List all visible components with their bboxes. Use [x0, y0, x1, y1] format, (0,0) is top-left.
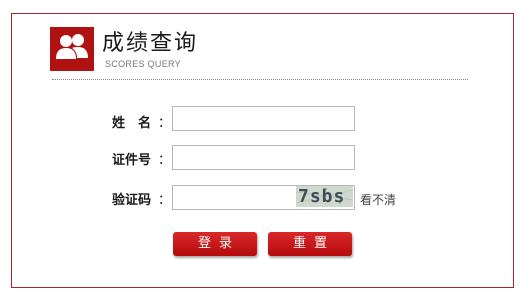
id-label: 证件号: [112, 153, 152, 168]
page-subtitle: SCORES QUERY: [105, 59, 181, 69]
id-colon: ：: [158, 153, 172, 168]
id-number-input[interactable]: [172, 145, 355, 170]
users-icon: [50, 27, 94, 71]
captcha-image[interactable]: 7sbs: [296, 186, 353, 207]
header-divider: [52, 79, 468, 80]
page-title: 成绩查询: [102, 31, 199, 56]
name-label: 姓 名: [112, 116, 152, 131]
reset-button[interactable]: 重置: [268, 232, 352, 256]
name-input[interactable]: [172, 106, 355, 131]
name-colon: ：: [158, 116, 172, 131]
captcha-text: 7sbs: [298, 186, 346, 207]
refresh-captcha-link[interactable]: 看不清: [360, 192, 396, 208]
captcha-label: 验证码: [112, 193, 152, 208]
login-button[interactable]: 登录: [173, 232, 257, 256]
captcha-colon: ：: [158, 193, 172, 208]
